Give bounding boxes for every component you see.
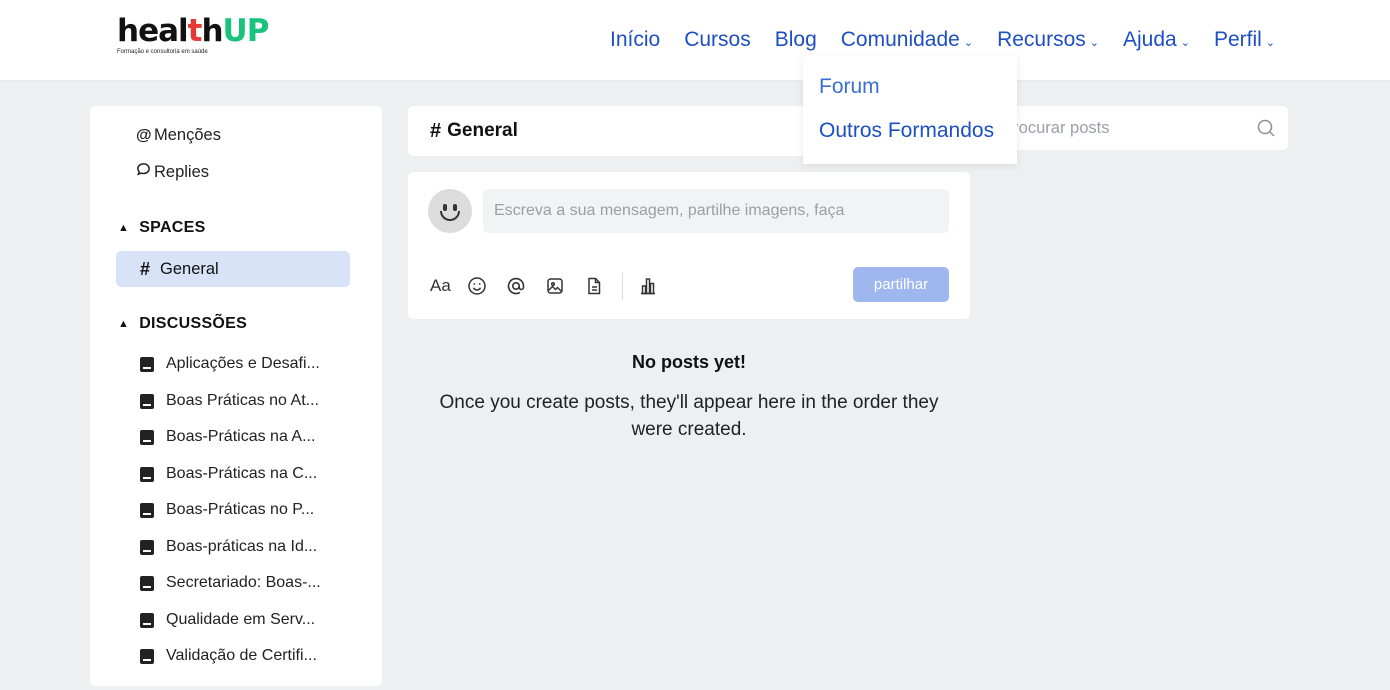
book-icon	[140, 393, 154, 409]
logo-tagline: Formação e consultoria em saúde	[117, 49, 208, 55]
logo-wordmark: healthUP	[117, 13, 270, 49]
nav-label: Perfil	[1213, 28, 1262, 51]
site-header: healthUP Formação e consultoria em saúde…	[0, 0, 1390, 80]
section-heading: SPACES	[139, 219, 206, 236]
chevron-down-icon: ⌄	[963, 36, 974, 49]
book-icon	[140, 466, 154, 482]
book-icon	[140, 575, 154, 591]
discussion-label: Boas-práticas na Id...	[166, 538, 318, 555]
discussion-label: Boas Práticas no At...	[166, 392, 319, 409]
nav-blog[interactable]: Blog	[775, 28, 817, 52]
hash-icon: #	[430, 119, 442, 142]
comunidade-dropdown-menu: Forum Outros Formandos	[803, 55, 1017, 164]
nav-label: Comunidade	[840, 28, 960, 51]
discussion-label: Aplicações e Desafi...	[166, 355, 320, 372]
text-format-button[interactable]: Aa	[430, 276, 451, 296]
nav-label: Início	[610, 28, 661, 51]
chevron-down-icon: ⌄	[1089, 36, 1099, 49]
mention-icon[interactable]	[503, 273, 529, 299]
avatar-mouth	[440, 211, 460, 221]
sidebar-item-replies[interactable]: Replies	[136, 162, 209, 182]
dropdown-item-outros-formandos[interactable]: Outros Formandos	[819, 119, 994, 143]
discussion-item[interactable]: Boas-Práticas no P...	[140, 501, 314, 519]
discussion-label: Qualidade em Serv...	[166, 611, 316, 628]
book-icon	[140, 429, 154, 445]
document-icon[interactable]	[581, 273, 607, 299]
sidebar-item-general[interactable]: # General	[116, 251, 350, 287]
toolbar-divider	[621, 272, 623, 300]
book-icon	[140, 612, 154, 628]
sidebar-item-label: Menções	[154, 126, 221, 144]
discussion-label: Secretariado: Boas-...	[166, 574, 321, 591]
logo-part-up: UP	[222, 13, 270, 49]
discussion-label: Boas-Práticas na A...	[166, 428, 316, 445]
discussion-item[interactable]: Qualidade em Serv...	[140, 611, 315, 629]
nav-cursos[interactable]: Cursos	[684, 28, 751, 52]
sidebar-item-label: Replies	[154, 162, 210, 181]
healthup-logo[interactable]: healthUP Formação e consultoria em saúde	[117, 13, 270, 55]
chevron-down-icon: ⌄	[1180, 36, 1190, 49]
logo-cross-letter: t	[187, 13, 203, 49]
spaces-section-toggle[interactable]: ▲ SPACES	[118, 219, 206, 237]
section-heading: DISCUSSÕES	[139, 315, 248, 332]
search-box	[990, 106, 1288, 150]
image-icon[interactable]	[542, 273, 568, 299]
nav-comunidade[interactable]: Comunidade ⌄	[841, 28, 973, 52]
discussion-item[interactable]: Secretariado: Boas-...	[140, 574, 321, 592]
search-icon[interactable]	[1256, 118, 1276, 138]
nav-label: Cursos	[684, 28, 751, 51]
avatar-eye	[443, 204, 447, 211]
discussion-item[interactable]: Aplicações e Desafi...	[140, 355, 320, 373]
channel-header: # General	[408, 106, 808, 156]
nav-perfil[interactable]: Perfil ⌄	[1214, 28, 1275, 52]
at-icon: @	[136, 126, 152, 144]
emoji-icon[interactable]	[464, 273, 490, 299]
book-icon	[140, 356, 154, 372]
discussion-item[interactable]: Boas-práticas na Id...	[140, 538, 317, 556]
avatar	[428, 189, 472, 233]
post-composer: Aa partilhar	[408, 172, 970, 319]
discussion-item[interactable]: Boas-Práticas na C...	[140, 465, 317, 483]
composer-toolbar: Aa	[430, 272, 674, 300]
nav-label: Recursos	[997, 28, 1086, 51]
nav-ajuda[interactable]: Ajuda ⌄	[1123, 28, 1190, 52]
share-button[interactable]: partilhar	[853, 267, 949, 302]
discussion-item[interactable]: Boas-Práticas na A...	[140, 428, 315, 446]
discussion-label: Boas-Práticas no P...	[166, 501, 315, 518]
discussion-item[interactable]: Validação de Certifi...	[140, 647, 317, 665]
poll-icon[interactable]	[635, 273, 661, 299]
sidebar-item-mentions[interactable]: @ Menções	[136, 126, 221, 145]
chevron-down-icon: ⌄	[1265, 36, 1276, 49]
search-input[interactable]	[1004, 106, 1244, 150]
discussions-section-toggle[interactable]: ▲ DISCUSSÕES	[118, 315, 247, 333]
caret-up-icon: ▲	[118, 318, 130, 330]
dropdown-item-forum[interactable]: Forum	[819, 75, 880, 99]
main-nav: Início Cursos Blog Comunidade ⌄ Recursos ⌄…	[610, 26, 1275, 54]
channel-title: General	[447, 120, 518, 141]
empty-state-text: Once you create posts, they'll appear he…	[439, 392, 939, 440]
sidebar-item-label: General	[160, 259, 219, 278]
empty-state-title: No posts yet!	[631, 352, 746, 372]
message-input[interactable]	[483, 189, 949, 233]
discussion-label: Boas-Práticas na C...	[166, 465, 318, 482]
hash-icon: #	[140, 258, 151, 279]
nav-inicio[interactable]: Início	[610, 28, 660, 52]
nav-recursos[interactable]: Recursos ⌄	[997, 28, 1099, 52]
speech-bubble-icon	[136, 162, 154, 182]
discussion-item[interactable]: Boas Práticas no At...	[140, 392, 319, 410]
avatar-eye	[453, 204, 457, 211]
book-icon	[140, 502, 154, 518]
nav-label: Ajuda	[1123, 28, 1177, 51]
caret-up-icon: ▲	[118, 222, 130, 234]
logo-part-2: h	[201, 13, 223, 49]
book-icon	[140, 648, 154, 664]
community-sidebar: @ Menções Replies ▲ SPACES # General ▲ D…	[90, 106, 382, 686]
nav-label: Blog	[774, 28, 817, 51]
book-icon	[140, 539, 154, 555]
logo-part-1: heal	[117, 13, 189, 49]
discussion-label: Validação de Certifi...	[166, 647, 317, 664]
